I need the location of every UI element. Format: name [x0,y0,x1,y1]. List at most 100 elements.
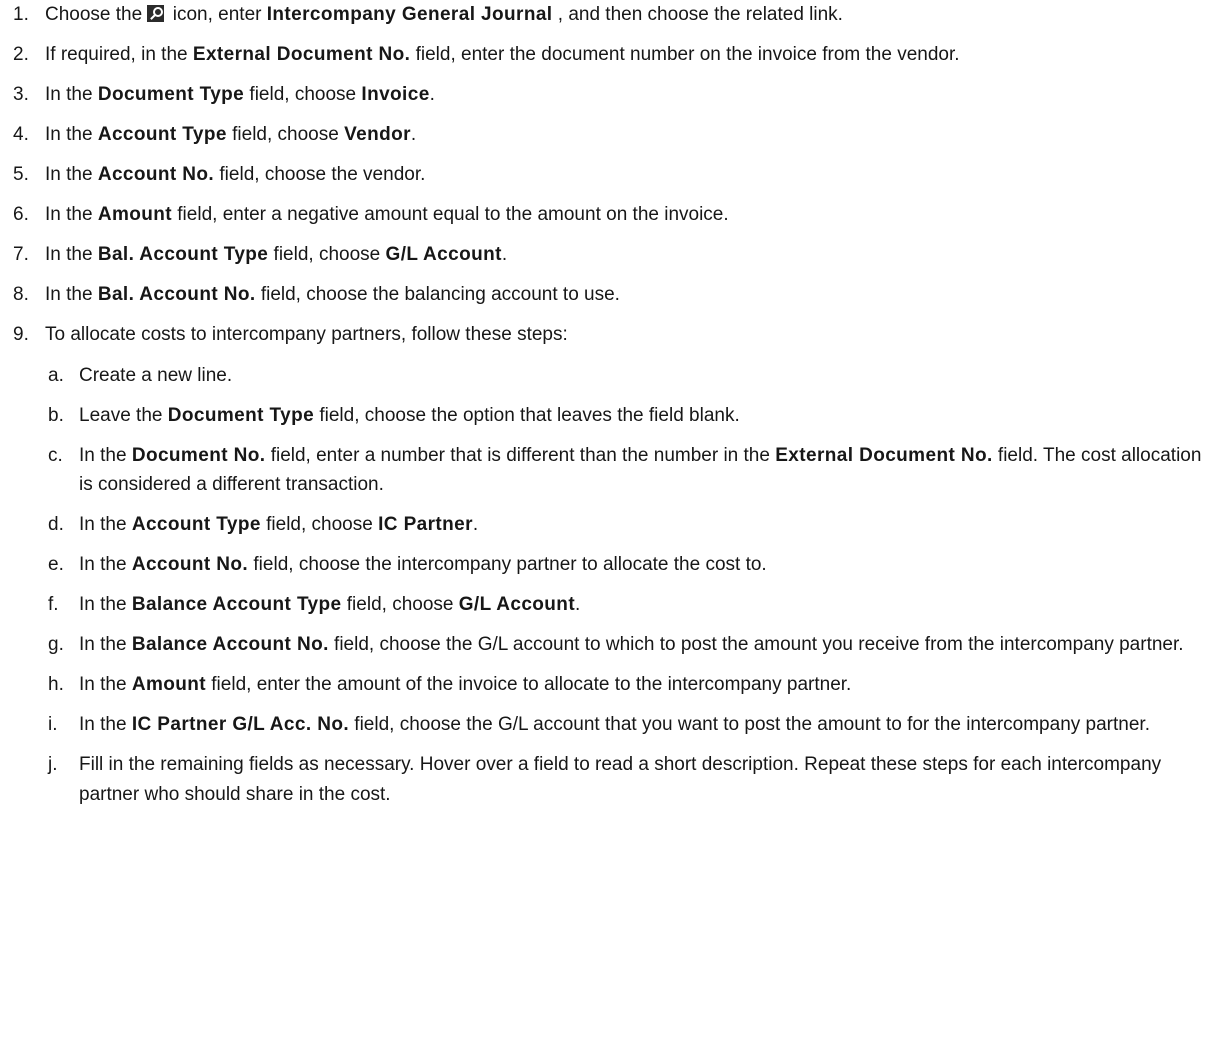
substep-text: Leave the [79,404,168,426]
step-text: . [410,124,417,145]
step-text: field, enter the document number on the … [410,44,960,65]
substep-text: field, enter a number that is different … [265,444,776,466]
field-name: Amount [131,674,206,695]
field-name: Account No. [97,164,215,185]
step-text: icon, enter [167,4,267,25]
substep-text: field, choose the G/L account to which t… [328,634,1184,655]
field-name: External Document No. [775,444,993,466]
field-name: Document Type [97,84,245,105]
substep-text: field, choose [260,514,379,535]
substep-letter: a. [48,364,64,386]
step-text: field, choose [244,84,362,105]
substep-letter: e. [48,554,64,575]
step-6: 6. In the Amount field, enter a negative… [0,200,1212,230]
step-1: 1. Choose the icon, enter Intercompany G… [0,0,1212,30]
substep-j: j. Fill in the remaining fields as neces… [45,750,1212,809]
step-text: In the [45,204,98,225]
step-text: field, choose [268,244,386,265]
substep-letter: g. [48,634,64,655]
substep-letter: i. [48,714,58,735]
step-text: . [429,84,435,105]
substep-text: In the [79,554,132,575]
substep-text: field, choose the intercompany partner t… [248,554,767,575]
step-text: In the [45,84,98,105]
option-value: Vendor [344,124,411,145]
step-number: 2. [13,44,29,65]
step-5: 5. In the Account No. field, choose the … [0,160,1212,190]
field-name: Document Type [167,404,315,426]
substep-text: In the [79,444,132,466]
step-text: field, choose the balancing account to u… [255,284,620,305]
substep-text: field, choose [341,594,459,615]
step-text: In the [45,244,98,265]
option-value: Invoice [361,84,430,105]
step-number: 7. [13,244,29,265]
step-4: 4. In the Account Type field, choose Ven… [0,120,1212,150]
step-text: In the [45,164,98,185]
step-text: Choose the [45,4,148,25]
substep-text: In the [79,674,132,695]
step-text: To allocate costs to intercompany partne… [45,324,568,345]
substep-e: e. In the Account No. field, choose the … [45,550,1212,580]
substep-letter: j. [48,754,58,775]
step-3: 3. In the Document Type field, choose In… [0,80,1212,110]
step-number: 4. [13,124,29,145]
field-name: Document No. [131,444,266,466]
substep-text: field, choose the option that leaves the… [314,404,740,426]
search-icon [147,5,165,22]
option-value: G/L Account [458,594,576,615]
step-number: 9. [13,324,29,345]
substep-d: d. In the Account Type field, choose IC … [45,510,1212,540]
field-name: Account Type [131,514,261,535]
substep-b: b. Leave the Document Type field, choose… [45,401,1212,431]
substep-i: i. In the IC Partner G/L Acc. No. field,… [45,710,1212,740]
step-number: 1. [13,4,29,25]
substep-text: In the [79,594,132,615]
field-name: External Document No. [192,44,411,65]
step-text: . [501,244,508,265]
option-value: G/L Account [385,244,502,265]
substep-letter: b. [48,404,64,426]
option-value: IC Partner [378,514,473,535]
substeps-list: a. Create a new line. b. Leave the Docum… [45,361,1212,810]
step-text: field, enter a negative amount equal to … [172,204,729,225]
step-text: field, choose the vendor. [214,164,426,185]
substep-letter: c. [48,444,63,466]
step-2: 2. If required, in the External Document… [0,40,1212,70]
substep-text: Fill in the remaining fields as necessar… [79,754,1162,805]
field-name: Bal. Account Type [97,244,269,265]
field-name: Balance Account No. [131,634,329,655]
substep-text: Create a new line. [79,364,233,386]
step-text: If required, in the [45,44,193,65]
field-name: Account Type [97,124,227,145]
step-text: field, choose [226,124,345,145]
substep-g: g. In the Balance Account No. field, cho… [45,630,1212,660]
substep-a: a. Create a new line. [45,361,1212,391]
substep-c: c. In the Document No. field, enter a nu… [45,441,1212,500]
instructions-document: 1. Choose the icon, enter Intercompany G… [0,0,1212,809]
step-text: In the [45,124,98,145]
substep-letter: h. [48,674,64,695]
step-9: 9. To allocate costs to intercompany par… [0,320,1212,809]
substep-letter: f. [48,594,59,615]
substep-h: h. In the Amount field, enter the amount… [45,670,1212,700]
substep-text: . [575,594,581,615]
substep-text: field, choose the G/L account that you w… [349,714,1150,735]
step-number: 6. [13,204,29,225]
substep-text: In the [79,714,132,735]
field-name: Balance Account Type [131,594,342,615]
step-text: In the [45,284,98,305]
substep-text: . [472,514,479,535]
field-name: Amount [97,204,172,225]
substep-f: f. In the Balance Account Type field, ch… [45,590,1212,620]
field-name: IC Partner G/L Acc. No. [131,714,350,735]
step-number: 5. [13,164,29,185]
step-number: 3. [13,84,29,105]
page-name: Intercompany General Journal [266,4,553,25]
step-8: 8. In the Bal. Account No. field, choose… [0,280,1212,310]
substep-text: In the [79,634,132,655]
step-number: 8. [13,284,29,305]
field-name: Account No. [131,554,249,575]
substep-letter: d. [48,514,64,535]
step-7: 7. In the Bal. Account Type field, choos… [0,240,1212,270]
